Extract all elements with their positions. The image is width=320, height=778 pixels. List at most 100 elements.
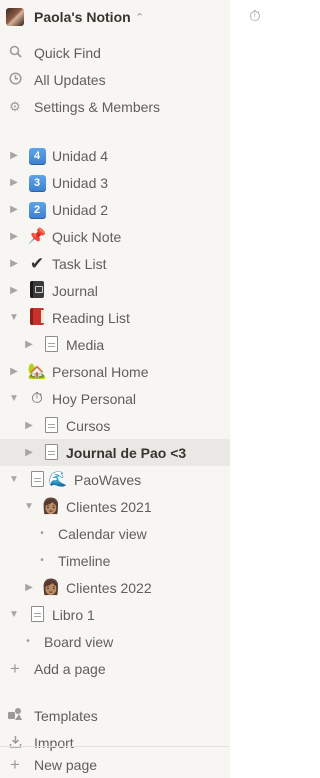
stopwatch-icon: ⏱ bbox=[31, 389, 43, 407]
expand-triangle-icon[interactable]: ▶ bbox=[23, 339, 35, 350]
expand-triangle-icon[interactable]: ▶ bbox=[8, 150, 20, 161]
new-page-button[interactable]: + New page bbox=[0, 752, 230, 778]
woman-icon: 👩🏽 bbox=[41, 497, 61, 515]
sidebar-item-personal-home[interactable]: ▶ 🏡 Personal Home bbox=[0, 358, 230, 385]
templates-button[interactable]: Templates bbox=[0, 702, 230, 729]
sidebar-item-label: Calendar view bbox=[58, 525, 147, 542]
expand-triangle-icon[interactable]: ▶ bbox=[8, 285, 20, 296]
house-icon: 🏡 bbox=[27, 362, 47, 380]
keycap-3-icon: 3 bbox=[27, 173, 47, 192]
plus-icon: + bbox=[10, 658, 20, 678]
expand-triangle-icon[interactable]: ▶ bbox=[23, 420, 35, 431]
sidebar-item-label: Journal bbox=[52, 282, 98, 299]
sidebar-item-label: Timeline bbox=[58, 552, 111, 569]
woman-icon: 👩🏽 bbox=[41, 578, 61, 596]
sidebar-item-label: Unidad 3 bbox=[52, 174, 109, 191]
settings-members-label: Settings & Members bbox=[34, 98, 161, 115]
page-icon bbox=[41, 336, 61, 357]
sidebar-item-label: Task List bbox=[52, 255, 107, 272]
sidebar-item-cursos[interactable]: ▶ Cursos bbox=[0, 412, 230, 439]
divider bbox=[0, 746, 230, 747]
collapse-triangle-icon[interactable]: ▼ bbox=[8, 393, 20, 404]
new-page-label: New page bbox=[34, 757, 98, 773]
workspace-switcher[interactable]: Paola's Notion ⌃ bbox=[0, 2, 230, 32]
page-icon bbox=[27, 606, 47, 627]
view-bullet-icon: • bbox=[40, 555, 44, 566]
sidebar-item-unidad-4[interactable]: ▶ 4 Unidad 4 bbox=[0, 142, 230, 169]
sidebar-item-label: PaoWaves bbox=[74, 471, 142, 488]
sidebar-item-calendar-view[interactable]: • Calendar view bbox=[0, 520, 230, 547]
add-page-button[interactable]: + Add a page bbox=[0, 655, 230, 682]
pushpin-icon: 📌 bbox=[27, 227, 47, 245]
all-updates-label: All Updates bbox=[34, 71, 106, 88]
sidebar-item-label: Media bbox=[66, 336, 105, 353]
workspace-name: Paola's Notion bbox=[34, 9, 131, 25]
view-bullet-icon: • bbox=[26, 636, 30, 647]
gear-icon: ⚙ bbox=[9, 98, 21, 114]
updown-chevron-icon: ⌃ bbox=[135, 11, 145, 24]
all-updates-button[interactable]: All Updates bbox=[0, 66, 230, 93]
workspace-avatar bbox=[6, 8, 24, 26]
collapse-triangle-icon[interactable]: ▼ bbox=[8, 609, 20, 620]
expand-triangle-icon[interactable]: ▶ bbox=[8, 231, 20, 242]
red-book-icon bbox=[27, 307, 47, 329]
add-page-label: Add a page bbox=[34, 660, 106, 677]
import-icon bbox=[7, 735, 23, 751]
sidebar-item-task-list[interactable]: ▶ ✔ Task List bbox=[0, 250, 230, 277]
sidebar-item-label: Quick Note bbox=[52, 228, 122, 245]
sidebar-item-label: Unidad 2 bbox=[52, 201, 109, 218]
sidebar-item-timeline[interactable]: • Timeline bbox=[0, 547, 230, 574]
sidebar-item-media[interactable]: ▶ Media bbox=[0, 331, 230, 358]
collapse-triangle-icon[interactable]: ▼ bbox=[8, 474, 20, 485]
sidebar-item-unidad-2[interactable]: ▶ 2 Unidad 2 bbox=[0, 196, 230, 223]
sidebar-item-unidad-3[interactable]: ▶ 3 Unidad 3 bbox=[0, 169, 230, 196]
collapse-triangle-icon[interactable]: ▼ bbox=[23, 501, 35, 512]
journal-icon bbox=[27, 280, 47, 302]
expand-triangle-icon[interactable]: ▶ bbox=[23, 447, 35, 458]
sidebar-item-label: Clientes 2021 bbox=[66, 498, 152, 515]
wave-icon: 🌊 bbox=[48, 470, 68, 488]
sidebar-item-label: Board view bbox=[44, 633, 114, 650]
sidebar-item-clientes-2021[interactable]: ▼ 👩🏽 Clientes 2021 bbox=[0, 493, 230, 520]
expand-triangle-icon[interactable]: ▶ bbox=[8, 177, 20, 188]
sidebar-item-label: Clientes 2022 bbox=[66, 579, 152, 596]
checkmark-icon: ✔ bbox=[29, 253, 45, 273]
collapse-triangle-icon[interactable]: ▼ bbox=[8, 312, 20, 323]
sidebar-item-label: Hoy Personal bbox=[52, 390, 137, 407]
import-label: Import bbox=[34, 734, 74, 751]
sidebar-item-libro-1[interactable]: ▼ Libro 1 bbox=[0, 601, 230, 628]
sidebar-item-journal[interactable]: ▶ Journal bbox=[0, 277, 230, 304]
sidebar-item-label: Cursos bbox=[66, 417, 111, 434]
sidebar: Paola's Notion ⌃ Quick Find All Updates … bbox=[0, 0, 230, 778]
sidebar-item-hoy-personal[interactable]: ▼ ⏱ Hoy Personal bbox=[0, 385, 230, 412]
main-content: ⏱ bbox=[230, 0, 271, 778]
sidebar-item-label: Journal de Pao <3 bbox=[66, 444, 187, 461]
search-icon bbox=[7, 45, 23, 61]
sidebar-item-clientes-2022[interactable]: ▶ 👩🏽 Clientes 2022 bbox=[0, 574, 230, 601]
sidebar-item-paowaves[interactable]: ▼ 🌊 PaoWaves bbox=[0, 466, 230, 493]
expand-triangle-icon[interactable]: ▶ bbox=[8, 366, 20, 377]
templates-icon bbox=[7, 707, 23, 724]
settings-members-button[interactable]: ⚙ Settings & Members bbox=[0, 93, 230, 120]
keycap-4-icon: 4 bbox=[27, 146, 47, 165]
page-icon bbox=[41, 444, 61, 465]
sidebar-item-board-view[interactable]: • Board view bbox=[0, 628, 230, 655]
sidebar-item-reading-list[interactable]: ▼ Reading List bbox=[0, 304, 230, 331]
sidebar-item-label: Reading List bbox=[52, 309, 130, 326]
quick-find-button[interactable]: Quick Find bbox=[0, 39, 230, 66]
expand-triangle-icon[interactable]: ▶ bbox=[8, 204, 20, 215]
sidebar-item-journal-de-pao[interactable]: ▶ Journal de Pao <3 bbox=[0, 439, 230, 466]
expand-triangle-icon[interactable]: ▶ bbox=[23, 582, 35, 593]
clock-icon bbox=[7, 71, 23, 88]
plus-icon: + bbox=[10, 755, 20, 774]
sidebar-item-quick-note[interactable]: ▶ 📌 Quick Note bbox=[0, 223, 230, 250]
sidebar-item-label: Libro 1 bbox=[52, 606, 95, 623]
sidebar-item-label: Unidad 4 bbox=[52, 147, 109, 164]
view-bullet-icon: • bbox=[40, 528, 44, 539]
quick-find-label: Quick Find bbox=[34, 44, 101, 61]
page-icon bbox=[41, 417, 61, 438]
keycap-2-icon: 2 bbox=[27, 200, 47, 219]
expand-triangle-icon[interactable]: ▶ bbox=[8, 258, 20, 269]
templates-label: Templates bbox=[34, 707, 98, 724]
stopwatch-icon: ⏱ bbox=[249, 8, 261, 25]
